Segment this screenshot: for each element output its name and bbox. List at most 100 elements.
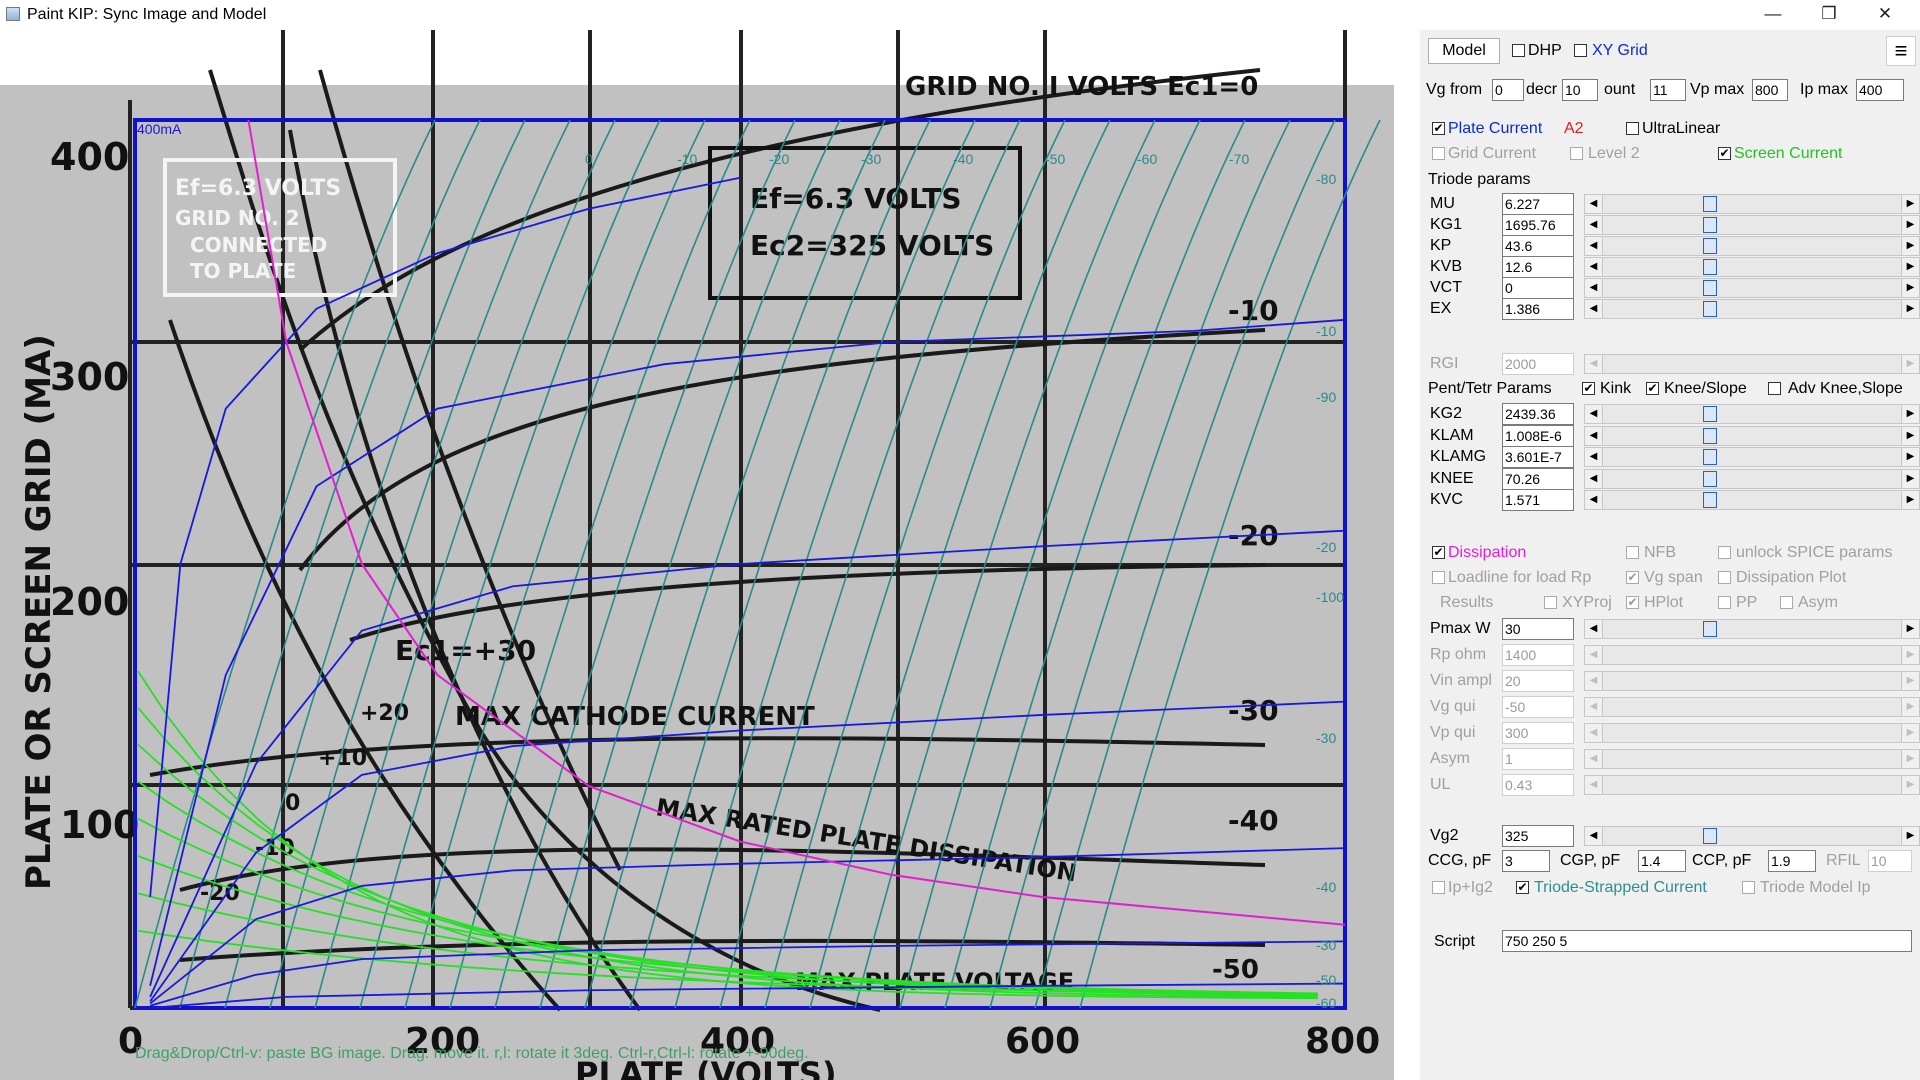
screen-current-checkbox[interactable]: ✔ bbox=[1718, 147, 1731, 160]
asym-checkbox[interactable] bbox=[1780, 596, 1793, 609]
ip-ig2-label: Ip+Ig2 bbox=[1448, 879, 1493, 896]
count-label: ount bbox=[1604, 81, 1636, 98]
level2-checkbox[interactable] bbox=[1570, 147, 1583, 160]
param-asym-field[interactable]: 1 bbox=[1502, 748, 1574, 770]
param-knee-field[interactable]: 70.26 bbox=[1502, 467, 1574, 490]
param-vp-qui-field[interactable]: 300 bbox=[1502, 722, 1574, 744]
close-button[interactable]: ✕ bbox=[1858, 0, 1912, 30]
ccp-field[interactable]: 1.9 bbox=[1768, 850, 1816, 872]
ultralinear-checkbox[interactable] bbox=[1626, 122, 1639, 135]
param-ul-label: UL bbox=[1430, 776, 1451, 793]
param-asym-slider[interactable]: ◀ ▶ bbox=[1584, 749, 1920, 769]
plot-canvas[interactable]: 400 300 200 100 0 200 400 600 800 PLATE … bbox=[0, 30, 1394, 1080]
model-tab-button[interactable]: Model bbox=[1428, 38, 1500, 64]
param-kvc-slider[interactable]: ◀ ▶ bbox=[1584, 490, 1920, 510]
param-klamg-slider[interactable]: ◀ ▶ bbox=[1584, 447, 1920, 467]
param-kp-field[interactable]: 43.6 bbox=[1502, 235, 1574, 257]
param-vin-ampl-field[interactable]: 20 bbox=[1502, 670, 1574, 692]
param-kg1-field[interactable]: 1695.76 bbox=[1502, 214, 1574, 236]
param-mu-slider[interactable]: ◀ ▶ bbox=[1584, 194, 1920, 214]
loadline-checkbox[interactable] bbox=[1432, 571, 1445, 584]
param-rp-ohm-field[interactable]: 1400 bbox=[1502, 644, 1574, 666]
ip-max-field[interactable]: 400 bbox=[1856, 79, 1904, 101]
maximize-button[interactable]: ❒ bbox=[1802, 0, 1856, 30]
grid-current-checkbox[interactable] bbox=[1432, 147, 1445, 160]
kink-checkbox[interactable]: ✔ bbox=[1582, 382, 1595, 395]
vg-from-field[interactable]: 0 bbox=[1492, 79, 1524, 101]
script-field[interactable]: 750 250 5 bbox=[1502, 930, 1912, 952]
param-kvc-label: KVC bbox=[1430, 491, 1463, 508]
scan-xtick: 800 bbox=[1305, 1021, 1380, 1062]
param-vg-qui-field[interactable]: -50 bbox=[1502, 696, 1574, 718]
param-rp-ohm-slider[interactable]: ◀ ▶ bbox=[1584, 645, 1920, 665]
dissipation-plot-checkbox[interactable] bbox=[1718, 571, 1731, 584]
rgi-slider[interactable]: ◀ ▶ bbox=[1584, 354, 1920, 374]
param-kg1-slider[interactable]: ◀ ▶ bbox=[1584, 215, 1920, 235]
param-kg2-field[interactable]: 2439.36 bbox=[1502, 403, 1574, 425]
triode-model-ip-checkbox[interactable] bbox=[1742, 881, 1755, 894]
unlock-spice-checkbox[interactable] bbox=[1718, 546, 1731, 559]
plot-svg[interactable]: 400 300 200 100 0 200 400 600 800 PLATE … bbox=[0, 30, 1394, 1080]
param-klam-slider[interactable]: ◀ ▶ bbox=[1584, 425, 1920, 446]
nfb-checkbox[interactable] bbox=[1626, 546, 1639, 559]
param-vct-slider[interactable]: ◀ ▶ bbox=[1584, 278, 1920, 298]
param-ul-field[interactable]: 0.43 bbox=[1502, 774, 1574, 796]
scan-curve-label: -30 bbox=[1228, 694, 1279, 727]
scan-ytick: 100 bbox=[60, 803, 139, 847]
level2-label: Level 2 bbox=[1588, 145, 1640, 162]
hamburger-menu-icon[interactable]: ≡ bbox=[1886, 36, 1916, 66]
param-kg2-slider[interactable]: ◀ ▶ bbox=[1584, 404, 1920, 424]
param-ex-slider[interactable]: ◀ ▶ bbox=[1584, 299, 1920, 319]
dissipation-checkbox[interactable]: ✔ bbox=[1432, 546, 1445, 559]
vg2-field[interactable]: 325 bbox=[1502, 825, 1574, 847]
adv-knee-checkbox[interactable] bbox=[1768, 382, 1781, 395]
minimize-button[interactable]: — bbox=[1746, 0, 1800, 30]
dissipation-plot-label: Dissipation Plot bbox=[1736, 569, 1847, 586]
xyproj-checkbox[interactable] bbox=[1544, 596, 1557, 609]
pmax-slider[interactable]: ◀ ▶ bbox=[1584, 619, 1920, 639]
decr-field[interactable]: 10 bbox=[1562, 79, 1598, 101]
param-mu-field[interactable]: 6.227 bbox=[1502, 193, 1574, 215]
param-klamg-field[interactable]: 3.601E-7 bbox=[1502, 446, 1574, 468]
count-field[interactable]: 11 bbox=[1650, 79, 1686, 101]
cgp-field[interactable]: 1.4 bbox=[1638, 850, 1686, 872]
param-kvc-field[interactable]: 1.571 bbox=[1502, 489, 1574, 511]
dissipation-label: Dissipation bbox=[1448, 544, 1527, 561]
ccg-field[interactable]: 3 bbox=[1502, 850, 1550, 872]
param-kp-label: KP bbox=[1430, 237, 1452, 254]
scan-box-line1: Ef=6.3 VOLTS bbox=[750, 182, 962, 215]
hplot-checkbox[interactable]: ✔ bbox=[1626, 596, 1639, 609]
vp-max-field[interactable]: 800 bbox=[1752, 79, 1788, 101]
plate-current-checkbox[interactable]: ✔ bbox=[1432, 122, 1445, 135]
param-kvb-field[interactable]: 12.6 bbox=[1502, 256, 1574, 278]
param-knee-slider[interactable]: ◀ ▶ bbox=[1584, 468, 1920, 489]
xyproj-label: XYProj bbox=[1562, 594, 1612, 611]
param-vct-field[interactable]: 0 bbox=[1502, 277, 1574, 299]
param-ul-slider[interactable]: ◀ ▶ bbox=[1584, 775, 1920, 795]
kink-label: Kink bbox=[1600, 380, 1632, 397]
scan-box-left-line: GRID NO. 2 bbox=[175, 206, 300, 230]
scan-small-label: 0 bbox=[285, 791, 300, 816]
vg-span-checkbox[interactable]: ✔ bbox=[1626, 571, 1639, 584]
triode-strapped-checkbox[interactable]: ✔ bbox=[1516, 881, 1529, 894]
dhp-checkbox[interactable] bbox=[1512, 44, 1525, 57]
scan-box-line2: Ec2=325 VOLTS bbox=[750, 229, 994, 262]
param-vin-ampl-slider[interactable]: ◀ ▶ bbox=[1584, 671, 1920, 691]
vg2-slider[interactable]: ◀ ▶ bbox=[1584, 826, 1920, 846]
param-kvb-slider[interactable]: ◀ ▶ bbox=[1584, 257, 1920, 277]
script-label: Script bbox=[1434, 933, 1475, 950]
control-panel: Model DHP XY Grid ≡ Vg from 0 decr 10 ou… bbox=[1420, 30, 1920, 1080]
knee-slope-checkbox[interactable]: ✔ bbox=[1646, 382, 1659, 395]
pmax-field[interactable]: 30 bbox=[1502, 618, 1574, 640]
param-vp-qui-slider[interactable]: ◀ ▶ bbox=[1584, 723, 1920, 743]
ip-ig2-checkbox[interactable] bbox=[1432, 881, 1445, 894]
xy-grid-checkbox[interactable] bbox=[1574, 44, 1587, 57]
param-klam-field[interactable]: 1.008E-6 bbox=[1502, 424, 1574, 447]
pp-checkbox[interactable] bbox=[1718, 596, 1731, 609]
rfil-field[interactable]: 10 bbox=[1868, 850, 1912, 872]
rgi-field[interactable]: 2000 bbox=[1502, 353, 1574, 375]
param-ex-field[interactable]: 1.386 bbox=[1502, 298, 1574, 320]
nfb-label: NFB bbox=[1644, 544, 1676, 561]
param-vg-qui-slider[interactable]: ◀ ▶ bbox=[1584, 697, 1920, 717]
param-kp-slider[interactable]: ◀ ▶ bbox=[1584, 236, 1920, 256]
